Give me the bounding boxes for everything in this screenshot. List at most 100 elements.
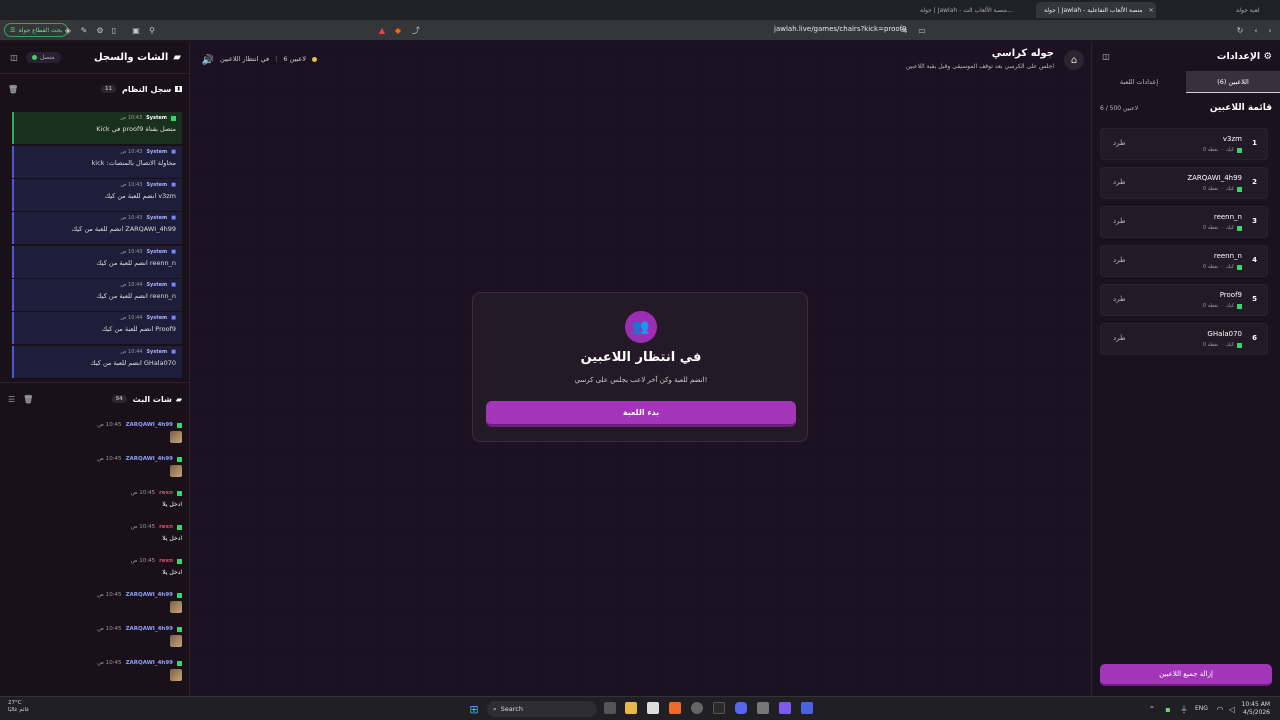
forward-icon[interactable]: › <box>1264 24 1276 36</box>
system-clock[interactable]: 10:45 AM 4/5/2026 <box>1242 701 1270 717</box>
warning-icon[interactable]: ▲ <box>376 24 388 36</box>
file-explorer-icon[interactable] <box>625 702 637 714</box>
close-icon[interactable]: ✕ <box>1149 7 1154 14</box>
wifi-icon[interactable]: ◠ <box>1214 703 1226 715</box>
player-number: 6 <box>1252 334 1257 342</box>
gear-icon[interactable]: ⚙ <box>94 24 106 36</box>
chevron-up-icon[interactable]: ⌃ <box>1146 703 1158 715</box>
info-icon: ■ <box>171 315 176 321</box>
settings-icon[interactable] <box>757 702 769 714</box>
collapse-panel-icon[interactable]: ◫ <box>1100 50 1112 62</box>
log-item: ■ System 10:43 ص v3zm انضم للعبة من كيك <box>12 179 182 211</box>
emote-icon <box>170 669 182 681</box>
player-number: 3 <box>1252 217 1257 225</box>
store-icon[interactable] <box>647 702 659 714</box>
pen-icon[interactable]: ✎ <box>78 24 90 36</box>
url-input[interactable]: jawlah.live/games/chairs?kick=proof9 <box>774 25 907 33</box>
player-info: 0 نقطة · كيك <box>1203 147 1242 153</box>
trash-icon[interactable]: 🗑 <box>23 395 33 404</box>
discord-icon[interactable] <box>735 702 747 714</box>
sidebar-icon[interactable]: ▯ <box>108 24 120 36</box>
remove-all-players-button[interactable]: إزالة جميع اللاعبين <box>1100 664 1272 686</box>
nvidia-icon[interactable]: ▪ <box>1162 703 1174 715</box>
camera-icon[interactable]: ▣ <box>130 24 142 36</box>
weather-text: غائم غالبًا <box>8 707 30 713</box>
browser-tab-active[interactable]: جولة | Jawlah - منصة الألعاب التفاعلية ✕ <box>1036 2 1156 18</box>
list-icon[interactable]: ☰ <box>8 395 15 404</box>
volume-icon[interactable]: ◁ <box>1226 703 1238 715</box>
log-item: ■ System 10:44 ص reenn_n انضم للعبة من كيك <box>12 279 182 311</box>
home-button[interactable]: ⌂ <box>1064 50 1084 70</box>
info-icon: ■ <box>171 249 176 255</box>
info-icon: ■ <box>171 182 176 188</box>
panel-title-text: الشات والسجل <box>93 52 169 63</box>
terminal-icon: ▮ <box>175 86 182 92</box>
system-log-list: System 10:43 ص متصل بقناة proof9 في Kick ■… <box>0 112 190 422</box>
taskbar-search[interactable]: ⌕ Search <box>487 701 597 717</box>
info-icon: ■ <box>171 149 176 155</box>
app-icon[interactable] <box>779 702 791 714</box>
bookmark-icon[interactable]: ▭ <box>916 24 928 36</box>
chat-author: rexn <box>159 558 173 564</box>
back-icon[interactable]: ‹ <box>1250 24 1262 36</box>
obs-icon[interactable] <box>691 702 703 714</box>
brave-icon[interactable] <box>669 702 681 714</box>
kick-player-button[interactable]: طرد <box>1113 178 1126 186</box>
kick-player-button[interactable]: طرد <box>1113 139 1126 147</box>
windows-start-icon[interactable]: ⊞ <box>468 703 480 716</box>
game-area: ⌂ جوله كراسي اجلس على الكرسي بعد توقف ال… <box>190 42 1090 696</box>
log-author: System <box>146 182 168 188</box>
chat-text: ادخل يلا <box>162 535 182 542</box>
share-icon[interactable]: ⤴ <box>410 24 422 36</box>
kick-icon <box>177 626 182 632</box>
site-settings-icon[interactable]: ⇋ <box>898 24 910 36</box>
shield-icon[interactable]: ◈ <box>62 24 74 36</box>
weather-widget[interactable]: 27°C غائم غالبًا <box>8 700 29 714</box>
collapse-panel-icon[interactable]: ◫ <box>8 52 20 64</box>
player-list-title: قائمة اللاعبين <box>1209 103 1272 113</box>
player-points: 0 نقطة <box>1202 342 1219 348</box>
player-row: 3 reenn_n 0 نقطة · كيك طرد <box>1100 206 1268 238</box>
chat-message: rexn 10:45 ص ادخل يلا <box>90 490 182 508</box>
player-name: v3zm <box>1222 135 1242 143</box>
extension-icon[interactable]: ⚲ <box>146 24 158 36</box>
menu-icon: ☰ <box>10 26 16 34</box>
speaker-icon[interactable]: 🔊 <box>202 54 214 66</box>
kick-player-button[interactable]: طرد <box>1113 217 1126 225</box>
log-author: System <box>146 315 168 321</box>
reload-icon[interactable]: ↻ <box>1234 24 1246 36</box>
stream-chat-header: ☰ 🗑 54 شات البث ▰ <box>0 388 190 410</box>
player-row: 5 Proof9 0 نقطة · كيك طرد <box>1100 284 1268 316</box>
kick-player-button[interactable]: طرد <box>1113 256 1126 264</box>
kick-player-button[interactable]: طرد <box>1113 334 1126 342</box>
tab-label: جولة | Jawlah - منصة الألعاب التفاعلية <box>1044 6 1143 14</box>
player-row: 6 GHala070 0 نقطة · كيك طرد <box>1100 323 1268 355</box>
language-indicator[interactable]: ENG <box>1195 705 1208 712</box>
kick-player-button[interactable]: طرد <box>1113 295 1126 303</box>
game-title: جوله كراسي <box>991 48 1054 59</box>
chat-text: ادخل يلا <box>162 501 182 508</box>
split-button[interactable]: ☰ بحث القطاع جولة <box>4 23 69 37</box>
player-points: 0 نقطة <box>1202 147 1219 153</box>
os-taskbar: 27°C غائم غالبًا ⊞ ⌕ Search ⌃ ▪ ⏚ ENG ◠ ◁ … <box>0 696 1280 720</box>
stream-chat-title: شات البث <box>132 394 172 404</box>
terminal-icon[interactable] <box>713 702 725 714</box>
browser-tab[interactable]: جولة | Jawlah - منصة الألعاب الت... <box>912 2 1032 18</box>
task-view-icon[interactable] <box>604 702 616 714</box>
chat-author: ZARQAWI_4h99 <box>125 592 173 598</box>
log-author: System <box>146 249 168 255</box>
player-name: GHala070 <box>1207 330 1242 338</box>
trash-icon[interactable]: 🗑 <box>8 85 18 94</box>
browser-tab[interactable]: لعبة جولة <box>1228 2 1278 18</box>
tab-players[interactable]: اللاعبين (6) <box>1186 71 1280 93</box>
brave-icon[interactable]: ◆ <box>392 24 404 36</box>
usb-icon[interactable]: ⏚ <box>1178 703 1190 715</box>
chat-count-badge: 54 <box>111 395 127 403</box>
kick-icon <box>1237 225 1242 231</box>
chat-message: rexn 10:45 ص ادخل يلا <box>90 524 182 542</box>
player-points: 0 نقطة <box>1202 303 1219 309</box>
tab-game-settings[interactable]: إعدادات اللعبة <box>1092 71 1186 93</box>
chat-message: ZARQAWI_4h99 10:45 ص <box>90 660 182 683</box>
teams-icon[interactable] <box>801 702 813 714</box>
start-game-button[interactable]: بدء اللعبة <box>486 401 796 427</box>
